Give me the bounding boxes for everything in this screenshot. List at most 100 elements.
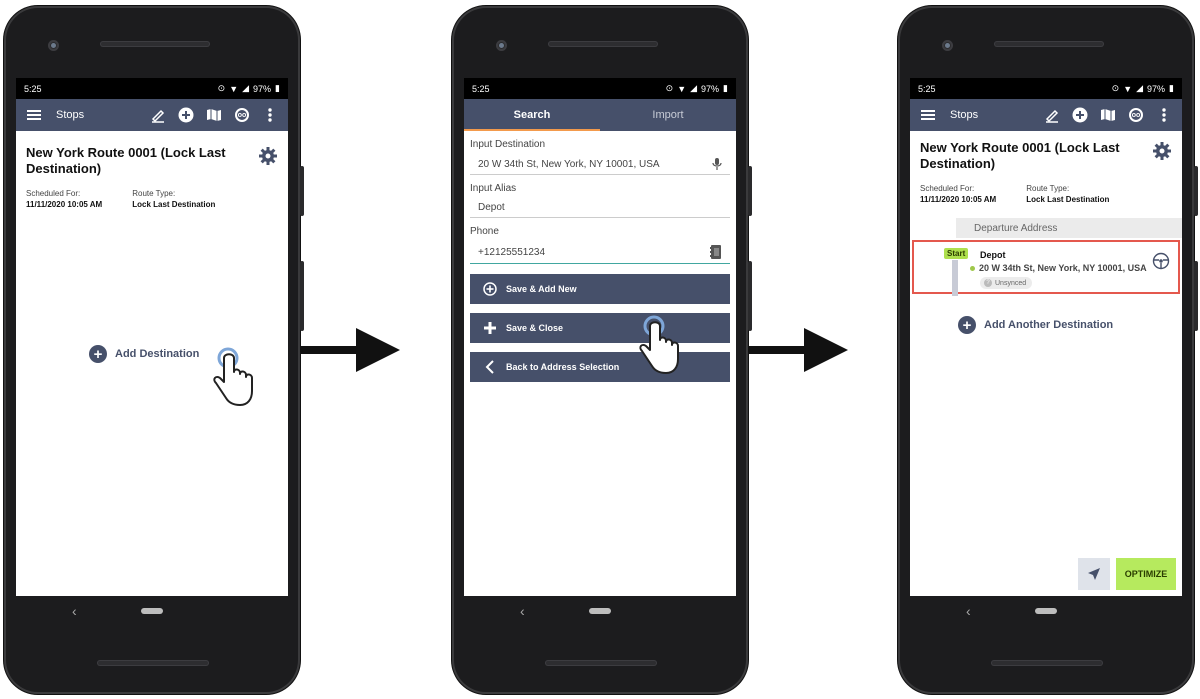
status-bar: 5:25 ⊙ ▼ ◢ 97% ▮ xyxy=(464,78,736,99)
stop-card-depot[interactable]: Start Depot 20 W 34th St, New York, NY 1… xyxy=(912,240,1180,296)
save-close-label: Save & Close xyxy=(506,323,564,333)
route-type-value: Lock Last Destination xyxy=(1026,195,1110,204)
earpiece-speaker xyxy=(548,41,658,47)
route-title: New York Route 0001 (Lock Last Destinati… xyxy=(26,145,226,176)
phone-field[interactable]: +12125551234 xyxy=(470,240,730,264)
save-close-button[interactable]: Save & Close xyxy=(470,313,730,343)
menu-icon[interactable] xyxy=(26,107,42,123)
stop-name: Depot xyxy=(980,250,1006,260)
stop-address-text: 20 W 34th St, New York, NY 10001, USA xyxy=(979,263,1147,273)
nav-bar: ‹ xyxy=(16,596,288,626)
bottom-speaker xyxy=(545,660,657,666)
wifi-icon: ▼ xyxy=(1123,83,1133,94)
back-to-address-selection-button[interactable]: Back to Address Selection xyxy=(470,352,730,382)
back-nav-icon[interactable]: ‹ xyxy=(966,603,971,619)
departure-address-header: Departure Address xyxy=(956,218,1182,238)
status-time: 5:25 xyxy=(918,83,936,94)
signal-icon: ◢ xyxy=(242,83,250,93)
gear-icon[interactable] xyxy=(1152,141,1172,166)
input-destination-field[interactable]: 20 W 34th St, New York, NY 10001, USA xyxy=(470,153,730,175)
app-bar: Stops OO xyxy=(16,99,288,131)
tab-bar: Search Import xyxy=(464,99,736,131)
stop-address: 20 W 34th St, New York, NY 10001, USA xyxy=(970,263,1147,273)
question-icon: ? xyxy=(984,279,992,287)
stop-timeline-bar xyxy=(952,260,958,296)
status-time: 5:25 xyxy=(24,83,42,94)
location-icon: ⊙ xyxy=(665,83,674,93)
status-bar: 5:25 ⊙ ▼ ◢ 97% ▮ xyxy=(16,78,288,99)
map-icon[interactable] xyxy=(206,107,222,123)
tap-hand-icon xyxy=(639,315,679,374)
bottom-actions: OPTIMIZE xyxy=(1078,558,1176,590)
plus-icon: + xyxy=(89,345,107,363)
contacts-book-icon[interactable] xyxy=(710,245,722,259)
input-alias-label: Input Alias xyxy=(470,183,517,194)
home-nav-button[interactable] xyxy=(141,608,163,614)
more-vert-icon[interactable] xyxy=(1156,107,1172,123)
navigate-button[interactable] xyxy=(1078,558,1110,590)
map-icon[interactable] xyxy=(1100,107,1116,123)
status-time: 5:25 xyxy=(472,83,490,94)
nav-bar: ‹ xyxy=(464,596,736,626)
status-bar: 5:25 ⊙ ▼ ◢ 97% ▮ xyxy=(910,78,1182,99)
sync-icon[interactable]: OO xyxy=(1128,107,1144,123)
route-meta: Scheduled For: 11/11/2020 10:05 AM Route… xyxy=(910,172,1182,204)
optimize-button[interactable]: OPTIMIZE xyxy=(1116,558,1176,590)
back-nav-icon[interactable]: ‹ xyxy=(72,603,77,619)
route-type-label: Route Type: xyxy=(132,189,176,198)
scheduled-label: Scheduled For: xyxy=(920,184,975,193)
menu-icon[interactable] xyxy=(920,107,936,123)
location-icon: ⊙ xyxy=(217,83,226,93)
screen-stops-empty: 5:25 ⊙ ▼ ◢ 97% ▮ Stops OO New York Route… xyxy=(16,78,288,596)
front-camera xyxy=(48,40,59,51)
input-alias-field[interactable]: Depot xyxy=(470,197,730,218)
front-camera xyxy=(496,40,507,51)
battery-icon: ▮ xyxy=(275,83,280,93)
edit-icon[interactable] xyxy=(150,107,166,123)
location-icon: ⊙ xyxy=(1111,83,1120,93)
input-alias-group: Input Alias Depot xyxy=(464,183,736,218)
signal-icon: ◢ xyxy=(690,83,698,93)
route-type-value: Lock Last Destination xyxy=(132,200,216,209)
wifi-icon: ▼ xyxy=(229,83,239,94)
add-circle-icon[interactable] xyxy=(178,107,194,123)
edit-icon[interactable] xyxy=(1044,107,1060,123)
microphone-icon[interactable] xyxy=(712,158,722,170)
navigation-arrow-icon xyxy=(1088,568,1100,580)
wifi-icon: ▼ xyxy=(677,83,687,94)
start-badge: Start xyxy=(944,248,969,259)
plus-icon: + xyxy=(958,316,976,334)
route-title: New York Route 0001 (Lock Last Destinati… xyxy=(920,140,1120,171)
battery-level: 97% xyxy=(701,83,720,94)
front-camera xyxy=(942,40,953,51)
status-dot-icon xyxy=(970,265,975,271)
add-destination-button[interactable]: + Add Destination xyxy=(89,345,199,363)
scheduled-label: Scheduled For: xyxy=(26,189,81,198)
tab-search[interactable]: Search xyxy=(464,99,600,131)
home-nav-button[interactable] xyxy=(589,608,611,614)
battery-icon: ▮ xyxy=(723,83,728,93)
home-nav-button[interactable] xyxy=(1035,608,1057,614)
tab-import[interactable]: Import xyxy=(600,99,736,131)
steering-wheel-icon[interactable] xyxy=(1152,252,1170,270)
phone-group: Phone +12125551234 xyxy=(464,226,736,264)
input-destination-label: Input Destination xyxy=(470,139,546,150)
battery-level: 97% xyxy=(253,83,272,94)
more-vert-icon[interactable] xyxy=(262,107,278,123)
save-add-new-button[interactable]: Save & Add New xyxy=(470,274,730,304)
earpiece-speaker xyxy=(100,41,210,47)
signal-icon: ◢ xyxy=(1136,83,1144,93)
svg-text:OO: OO xyxy=(1132,113,1141,119)
gear-icon[interactable] xyxy=(258,146,278,171)
add-circle-icon[interactable] xyxy=(1072,107,1088,123)
phone-frame-2: 5:25 ⊙ ▼ ◢ 97% ▮ Search Import Input Des… xyxy=(452,6,752,694)
add-another-destination-label: Add Another Destination xyxy=(984,319,1114,331)
bottom-speaker xyxy=(97,660,209,666)
plus-icon xyxy=(482,320,498,336)
earpiece-speaker xyxy=(994,41,1104,47)
phone-label: Phone xyxy=(470,226,499,237)
app-bar: Stops OO xyxy=(910,99,1182,131)
back-nav-icon[interactable]: ‹ xyxy=(520,603,525,619)
add-another-destination-button[interactable]: + Add Another Destination xyxy=(958,316,1113,334)
sync-icon[interactable]: OO xyxy=(234,107,250,123)
